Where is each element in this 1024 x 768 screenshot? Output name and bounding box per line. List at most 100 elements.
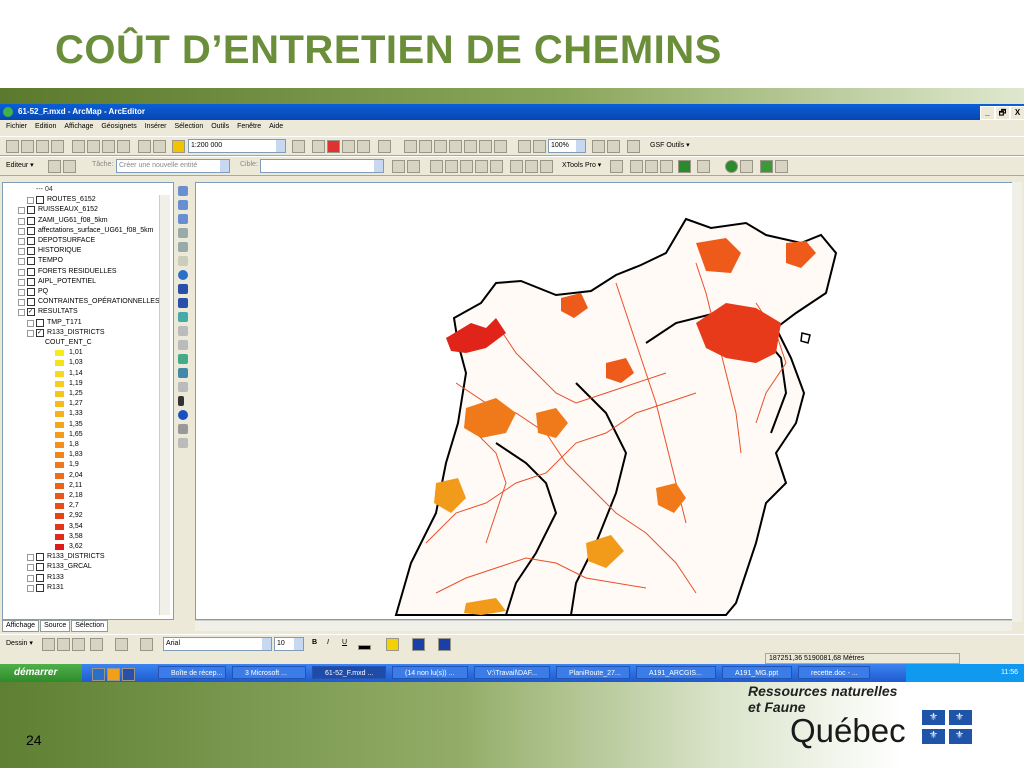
arctoolbox-icon[interactable] [312, 140, 325, 153]
layer-checkbox[interactable] [27, 288, 35, 296]
xtools-g-icon[interactable] [740, 160, 753, 173]
layer-checkbox[interactable] [27, 247, 35, 256]
task-select[interactable]: Créer une nouvelle entité [116, 159, 230, 173]
info-green-icon[interactable] [725, 160, 738, 173]
edit-tool-j-icon[interactable] [540, 160, 553, 173]
expand-toggle-icon[interactable] [18, 309, 25, 317]
layer-checkbox[interactable] [27, 257, 35, 266]
close-button[interactable]: X [1010, 106, 1024, 120]
xtools-b-icon[interactable] [630, 160, 643, 173]
italic-button[interactable]: I [327, 639, 329, 646]
edit-tool-b-icon[interactable] [407, 160, 420, 173]
layer-checkbox[interactable] [36, 318, 44, 327]
window-titlebar[interactable]: 61-52_F.mxd - ArcMap - ArcEditor _ 🗗 X [0, 104, 1024, 120]
expand-toggle-icon[interactable] [18, 207, 25, 215]
gsf-tools-menu[interactable]: GSF Outils ▾ [650, 141, 690, 149]
model-builder-icon[interactable] [357, 140, 370, 153]
layout-tool-10-icon[interactable] [592, 140, 605, 153]
expand-toggle-icon[interactable] [27, 574, 34, 582]
back-arrow-icon[interactable] [178, 284, 188, 294]
layer-checkbox[interactable]: ✓ [27, 308, 35, 317]
edit-tool-f-icon[interactable] [475, 160, 488, 173]
edit-tool-d-icon[interactable] [445, 160, 458, 173]
map-canvas[interactable] [196, 183, 1013, 619]
fixed-zoom-out-icon[interactable] [178, 242, 188, 252]
tab-source[interactable]: Source [40, 620, 71, 632]
task-recette-doc[interactable]: recette.doc - ... [798, 666, 870, 679]
layer-checkbox[interactable] [27, 206, 35, 215]
add-data-icon[interactable] [172, 140, 185, 153]
editor-toolbar-icon[interactable] [292, 140, 305, 153]
task-folder[interactable]: V:\Travail\DAF... [474, 666, 550, 679]
minimize-button[interactable]: _ [980, 106, 995, 120]
menu-affichage[interactable]: Affichage [64, 123, 93, 130]
expand-toggle-icon[interactable] [27, 584, 34, 592]
map-horizontal-scrollbar[interactable] [195, 620, 1012, 631]
zoom-select[interactable]: 100% [548, 139, 586, 153]
layout-tool-3-icon[interactable] [434, 140, 447, 153]
edit-vertices-icon[interactable] [140, 638, 153, 651]
layer-checkbox[interactable] [27, 277, 35, 286]
quicklaunch-word-icon[interactable] [122, 668, 135, 681]
expand-toggle-icon[interactable] [18, 248, 25, 256]
xtools-i-icon[interactable] [775, 160, 788, 173]
layout-tool-1-icon[interactable] [404, 140, 417, 153]
layer-checkbox[interactable] [36, 583, 44, 592]
layer-checkbox[interactable] [27, 226, 35, 235]
layout-tool-11-icon[interactable] [607, 140, 620, 153]
map-scale-select[interactable]: 1:200 000 [188, 139, 286, 153]
layout-tool-8-icon[interactable] [518, 140, 531, 153]
xtools-d-icon[interactable] [660, 160, 673, 173]
xtools-f-icon[interactable] [697, 160, 710, 173]
menu-edition[interactable]: Edition [35, 123, 56, 130]
identify-icon[interactable] [178, 410, 188, 420]
xtools-e-icon[interactable] [678, 160, 691, 173]
expand-toggle-icon[interactable] [18, 289, 25, 296]
task-arcgis-ppt[interactable]: A191_ARCGIS... [636, 666, 716, 679]
edit-tool-h-icon[interactable] [510, 160, 523, 173]
menu-outils[interactable]: Outils [211, 123, 229, 130]
redo-icon[interactable] [153, 140, 166, 153]
expand-toggle-icon[interactable] [18, 299, 25, 307]
fill-color-icon[interactable] [386, 638, 399, 651]
select-arrow-icon[interactable] [178, 396, 184, 406]
menu-selection[interactable]: Sélection [174, 123, 203, 130]
go-to-xy-icon[interactable] [178, 368, 188, 378]
undo-icon[interactable] [138, 140, 151, 153]
full-extent-globe-icon[interactable] [178, 270, 188, 280]
menu-aide[interactable]: Aide [269, 123, 283, 130]
layer-checkbox[interactable]: ✓ [36, 328, 44, 337]
task-inbox[interactable]: Boîte de récep... [158, 666, 226, 679]
edit-tool-e-icon[interactable] [460, 160, 473, 173]
expand-toggle-icon[interactable] [27, 319, 34, 327]
expand-toggle-icon[interactable] [18, 217, 25, 225]
zoom-extent-icon[interactable] [178, 214, 188, 224]
hyperlink-icon[interactable] [178, 424, 188, 434]
edit-tool-c-icon[interactable] [430, 160, 443, 173]
open-folder-icon[interactable] [21, 140, 34, 153]
task-planiroute[interactable]: PlaniRoute_27... [556, 666, 630, 679]
gsf-tools-icon[interactable] [627, 140, 640, 153]
layer-checkbox[interactable] [36, 573, 44, 582]
save-icon[interactable] [36, 140, 49, 153]
layout-tool-2-icon[interactable] [419, 140, 432, 153]
expand-toggle-icon[interactable] [27, 564, 34, 572]
layer-checkbox[interactable] [36, 196, 44, 205]
font-size-select[interactable]: 10 [274, 637, 304, 651]
editor-menu[interactable]: Editeur ▾ [6, 161, 34, 169]
edit-tool-g-icon[interactable] [490, 160, 503, 173]
marker-color-icon[interactable] [438, 638, 451, 651]
layout-tool-5-icon[interactable] [464, 140, 477, 153]
task-unread[interactable]: (14 non lu(s)) ... [392, 666, 468, 679]
layer-checkbox[interactable] [36, 563, 44, 572]
layer-checkbox[interactable] [27, 298, 35, 307]
copy-icon[interactable] [87, 140, 100, 153]
select-features-icon[interactable] [178, 312, 188, 322]
expand-toggle-icon[interactable] [18, 268, 25, 276]
edit-arrow-icon[interactable] [48, 160, 61, 173]
xtools-pro-menu[interactable]: XTools Pro ▾ [562, 161, 601, 169]
map-display[interactable] [195, 182, 1014, 620]
expand-toggle-icon[interactable] [18, 238, 25, 245]
maximize-button[interactable]: 🗗 [995, 106, 1010, 120]
new-document-icon[interactable] [6, 140, 19, 153]
